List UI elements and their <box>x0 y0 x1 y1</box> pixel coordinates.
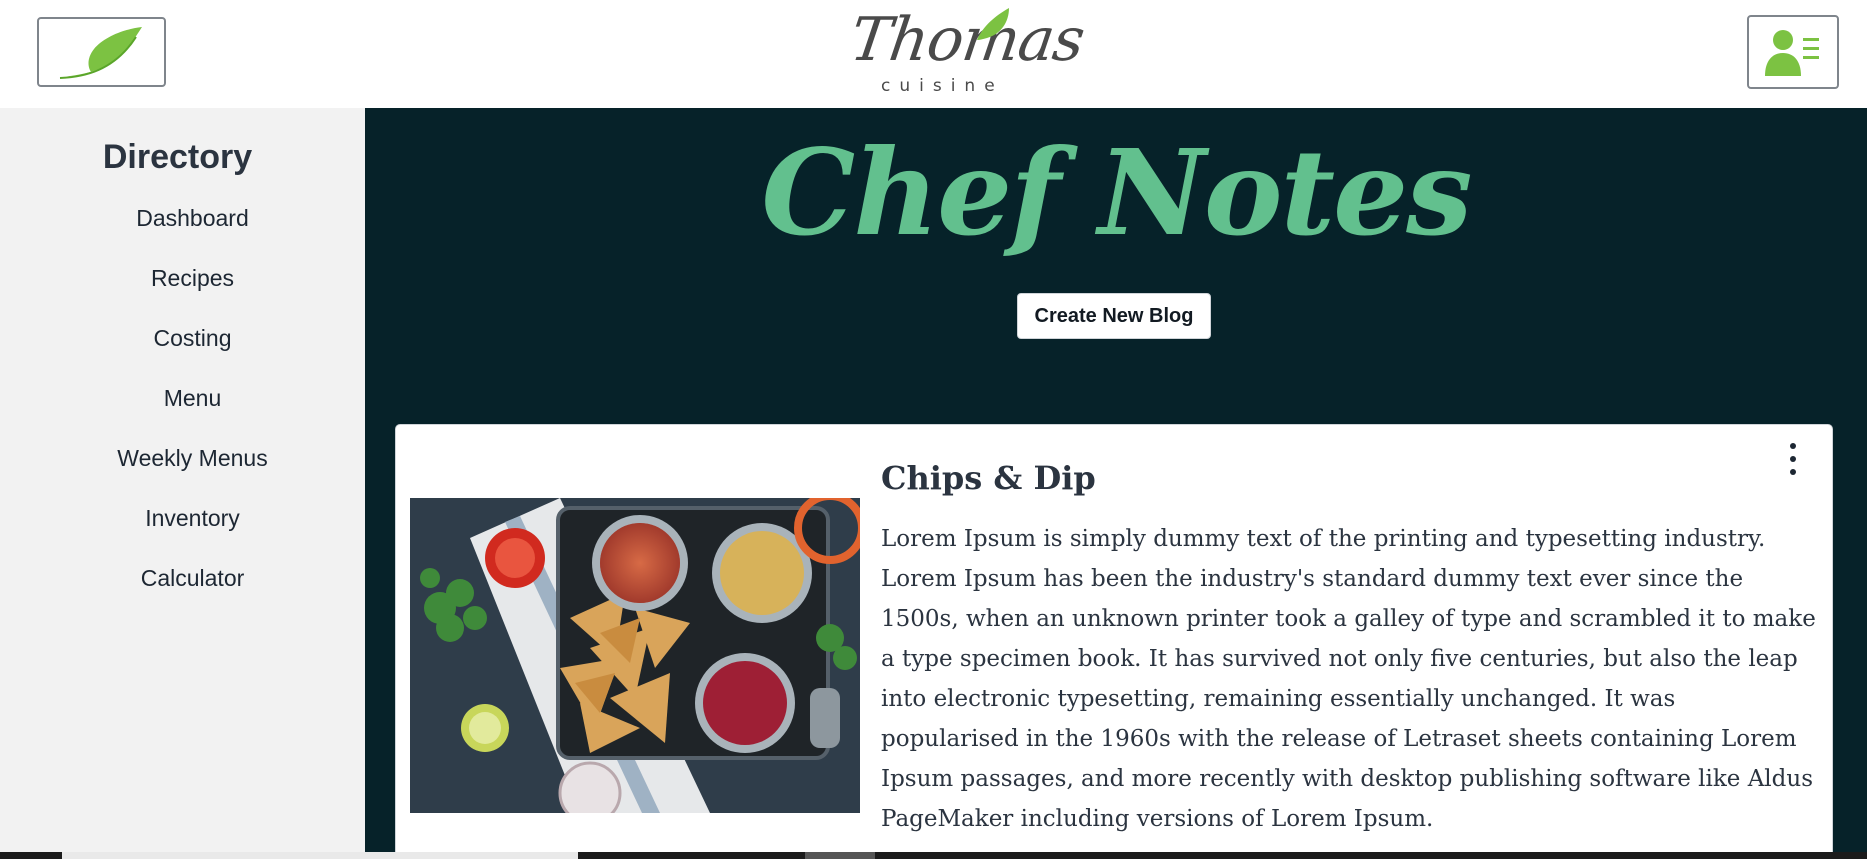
kebab-dot <box>1790 456 1796 462</box>
sidebar-item-weekly-menus[interactable]: Weekly Menus <box>0 443 385 503</box>
logo-script-text: Thomas <box>846 5 1089 75</box>
main-content: Chef Notes Create New Blog Chips & Dip L… <box>365 108 1867 859</box>
create-new-blog-button[interactable]: Create New Blog <box>1017 293 1211 339</box>
bottom-segment <box>805 852 875 859</box>
blog-body-text: Lorem Ipsum is simply dummy text of the … <box>881 526 1816 832</box>
bottom-strip <box>0 852 1867 859</box>
sidebar-item-costing[interactable]: Costing <box>0 323 385 383</box>
sidebar-title: Directory <box>102 138 253 176</box>
sidebar-item-inventory[interactable]: Inventory <box>0 503 385 563</box>
leaf-icon <box>59 27 142 79</box>
sidebar-item-recipes[interactable]: Recipes <box>0 263 385 323</box>
profile-button[interactable] <box>1747 15 1839 89</box>
page-title: Chef Notes <box>761 123 1472 262</box>
logo-leaf-icon <box>977 8 1009 40</box>
kebab-dot <box>1790 469 1796 475</box>
logo-sub-text: cuisine <box>881 76 1004 96</box>
sidebar-item-dashboard[interactable]: Dashboard <box>0 203 385 263</box>
sidebar-nav: Dashboard Recipes Costing Menu Weekly Me… <box>0 203 385 623</box>
chips-and-dip-photo <box>410 498 860 813</box>
food-illustration <box>410 498 860 813</box>
sidebar-item-calculator[interactable]: Calculator <box>0 563 385 623</box>
blog-card: Chips & Dip Lorem Ipsum is simply dummy … <box>395 424 1833 859</box>
user-list-icon <box>1765 30 1819 76</box>
sidebar: Directory Dashboard Recipes Costing Menu… <box>0 108 365 859</box>
top-header: Thomas cuisine <box>0 0 1867 108</box>
home-leaf-button[interactable] <box>37 17 166 87</box>
more-vertical-icon[interactable] <box>1781 439 1805 479</box>
thomas-cuisine-logo[interactable]: Thomas cuisine <box>845 5 1088 100</box>
bottom-segment <box>62 852 578 859</box>
sidebar-item-menu[interactable]: Menu <box>0 383 385 443</box>
kebab-dot <box>1790 443 1796 449</box>
blog-title: Chips & Dip <box>881 459 1096 497</box>
